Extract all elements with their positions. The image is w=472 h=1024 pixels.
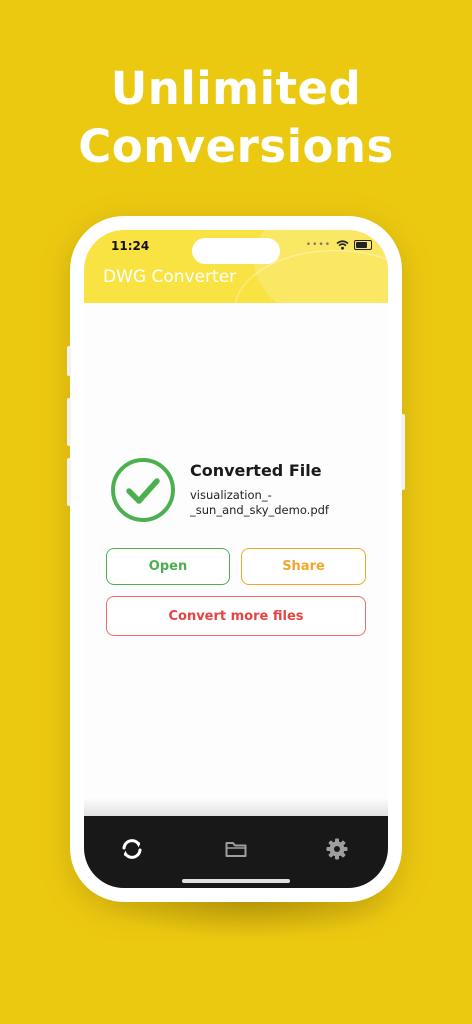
battery-icon xyxy=(354,240,372,250)
refresh-icon xyxy=(122,839,142,859)
file-name-line1: visualization_- xyxy=(190,488,272,502)
dynamic-island xyxy=(192,238,280,264)
signal-icon: •••• xyxy=(305,240,331,250)
app-header: 11:24 •••• DWG Converter xyxy=(84,230,388,303)
home-indicator xyxy=(182,879,290,883)
tabbar-shadow xyxy=(84,798,388,818)
side-button-mute xyxy=(67,346,71,376)
side-button-power xyxy=(401,414,405,490)
converted-file-name: visualization_- _sun_and_sky_demo.pdf xyxy=(190,488,360,518)
bottom-tab-bar xyxy=(84,816,388,888)
wifi-icon xyxy=(336,240,349,250)
success-check-icon xyxy=(111,458,175,522)
side-button-volume-up xyxy=(67,398,71,446)
tab-files[interactable] xyxy=(223,836,249,862)
folder-icon xyxy=(225,842,247,857)
gear-icon xyxy=(326,838,348,860)
status-icons: •••• xyxy=(306,240,372,250)
side-button-volume-down xyxy=(67,458,71,506)
tab-convert[interactable] xyxy=(119,836,145,862)
share-button[interactable]: Share xyxy=(241,548,366,585)
phone-screen: 11:24 •••• DWG Converter Converted File … xyxy=(84,230,388,888)
promo-headline-line1: Unlimited xyxy=(110,62,362,115)
app-title: DWG Converter xyxy=(103,267,237,287)
status-time: 11:24 xyxy=(111,239,150,253)
open-button[interactable]: Open xyxy=(106,548,230,585)
tab-settings[interactable] xyxy=(324,836,350,862)
result-title: Converted File xyxy=(190,461,322,480)
convert-more-files-button[interactable]: Convert more files xyxy=(106,596,366,636)
file-name-line2: _sun_and_sky_demo.pdf xyxy=(190,503,329,517)
promo-headline-line2: Conversions xyxy=(78,120,394,173)
